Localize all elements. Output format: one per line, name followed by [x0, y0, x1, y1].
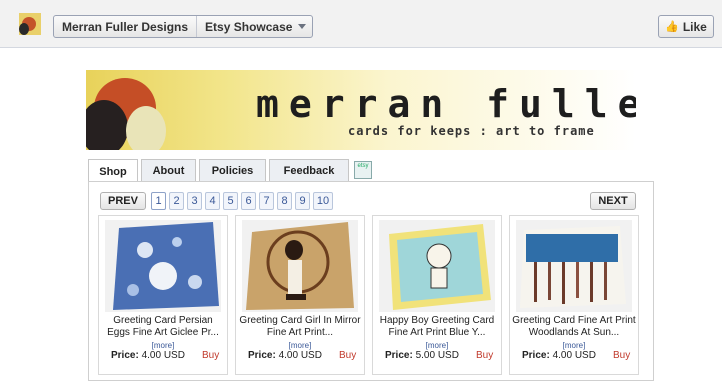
- page-link-8[interactable]: 8: [277, 192, 292, 210]
- price-value: 4.00 USD: [552, 350, 596, 361]
- product-image-art: [242, 220, 358, 312]
- product-image[interactable]: [516, 220, 632, 312]
- shop-banner: merran fuller cards for keeps : art to f…: [86, 70, 636, 150]
- price-label: Price:: [111, 350, 139, 361]
- product-price: Price: 4.00 USD: [522, 350, 596, 361]
- thumbs-up-icon: 👍: [665, 21, 679, 33]
- product-card[interactable]: Greeting Card Girl In Mirror Fine Art Pr…: [235, 215, 365, 375]
- page-name-link[interactable]: Merran Fuller Designs: [54, 16, 198, 37]
- page-header-bar: Merran Fuller Designs Etsy Showcase 👍 Li…: [0, 0, 722, 48]
- banner-title: merran fuller: [256, 82, 636, 126]
- page-link-1[interactable]: 1: [151, 192, 166, 210]
- app-name-label: Etsy Showcase: [205, 19, 293, 34]
- product-price: Price: 5.00 USD: [385, 350, 459, 361]
- buy-link[interactable]: Buy: [613, 350, 630, 361]
- shop-tabs: Shop About Policies Feedback etsy: [88, 159, 372, 183]
- product-title[interactable]: Greeting Card Persian Eggs Fine Art Gicl…: [101, 315, 225, 339]
- page-link-7[interactable]: 7: [259, 192, 274, 210]
- prev-button[interactable]: PREV: [100, 192, 146, 210]
- banner-face-shape: [126, 106, 166, 150]
- price-label: Price:: [385, 350, 413, 361]
- pagination: 1 2 3 4 5 6 7 8 9 10: [151, 192, 336, 210]
- product-title[interactable]: Greeting Card Girl In Mirror Fine Art Pr…: [238, 315, 362, 339]
- price-value: 4.00 USD: [141, 350, 185, 361]
- banner-tagline: cards for keeps : art to frame: [348, 124, 595, 138]
- like-button[interactable]: 👍 Like: [658, 15, 714, 38]
- product-image[interactable]: [379, 220, 495, 312]
- page-link-4[interactable]: 4: [205, 192, 220, 210]
- page-link-3[interactable]: 3: [187, 192, 202, 210]
- product-card[interactable]: Happy Boy Greeting Card Fine Art Print B…: [372, 215, 502, 375]
- more-link[interactable]: [more]: [236, 341, 364, 350]
- product-card[interactable]: Greeting Card Persian Eggs Fine Art Gicl…: [98, 215, 228, 375]
- page-link-10[interactable]: 10: [313, 192, 333, 210]
- price-label: Price:: [522, 350, 550, 361]
- tab-shop[interactable]: Shop: [88, 159, 138, 183]
- chevron-down-icon: [298, 24, 307, 29]
- product-card[interactable]: Greeting Card Fine Art Print Woodlands A…: [509, 215, 639, 375]
- product-title[interactable]: Greeting Card Fine Art Print Woodlands A…: [512, 315, 636, 339]
- tab-policies[interactable]: Policies: [199, 159, 266, 181]
- product-price: Price: 4.00 USD: [111, 350, 185, 361]
- page-link-9[interactable]: 9: [295, 192, 310, 210]
- price-label: Price:: [248, 350, 276, 361]
- product-image-art: [379, 220, 495, 312]
- shop-panel: PREV 1 2 3 4 5 6 7 8 9 10 NEXT Greeting …: [88, 181, 654, 381]
- tab-feedback[interactable]: Feedback: [269, 159, 349, 181]
- tab-about[interactable]: About: [141, 159, 196, 181]
- product-image-art: [516, 220, 632, 312]
- more-link[interactable]: [more]: [99, 341, 227, 350]
- more-link[interactable]: [more]: [373, 341, 501, 350]
- page-link-6[interactable]: 6: [241, 192, 256, 210]
- buy-link[interactable]: Buy: [202, 350, 219, 361]
- app-dropdown[interactable]: Etsy Showcase: [197, 16, 312, 37]
- buy-link[interactable]: Buy: [339, 350, 356, 361]
- page-avatar[interactable]: [19, 13, 41, 35]
- next-button[interactable]: NEXT: [590, 192, 636, 210]
- price-value: 4.00 USD: [278, 350, 322, 361]
- page-link-2[interactable]: 2: [169, 192, 184, 210]
- etsy-icon[interactable]: etsy: [354, 161, 372, 179]
- like-label: Like: [682, 19, 707, 34]
- product-price: Price: 4.00 USD: [248, 350, 322, 361]
- product-title[interactable]: Happy Boy Greeting Card Fine Art Print B…: [375, 315, 499, 339]
- page-link-5[interactable]: 5: [223, 192, 238, 210]
- product-image[interactable]: [242, 220, 358, 312]
- product-image-art: [105, 220, 221, 312]
- avatar-shadow-shape: [19, 23, 29, 35]
- page-app-switcher[interactable]: Merran Fuller Designs Etsy Showcase: [53, 15, 314, 38]
- more-link[interactable]: [more]: [510, 341, 638, 350]
- price-value: 5.00 USD: [415, 350, 459, 361]
- buy-link[interactable]: Buy: [476, 350, 493, 361]
- product-image[interactable]: [105, 220, 221, 312]
